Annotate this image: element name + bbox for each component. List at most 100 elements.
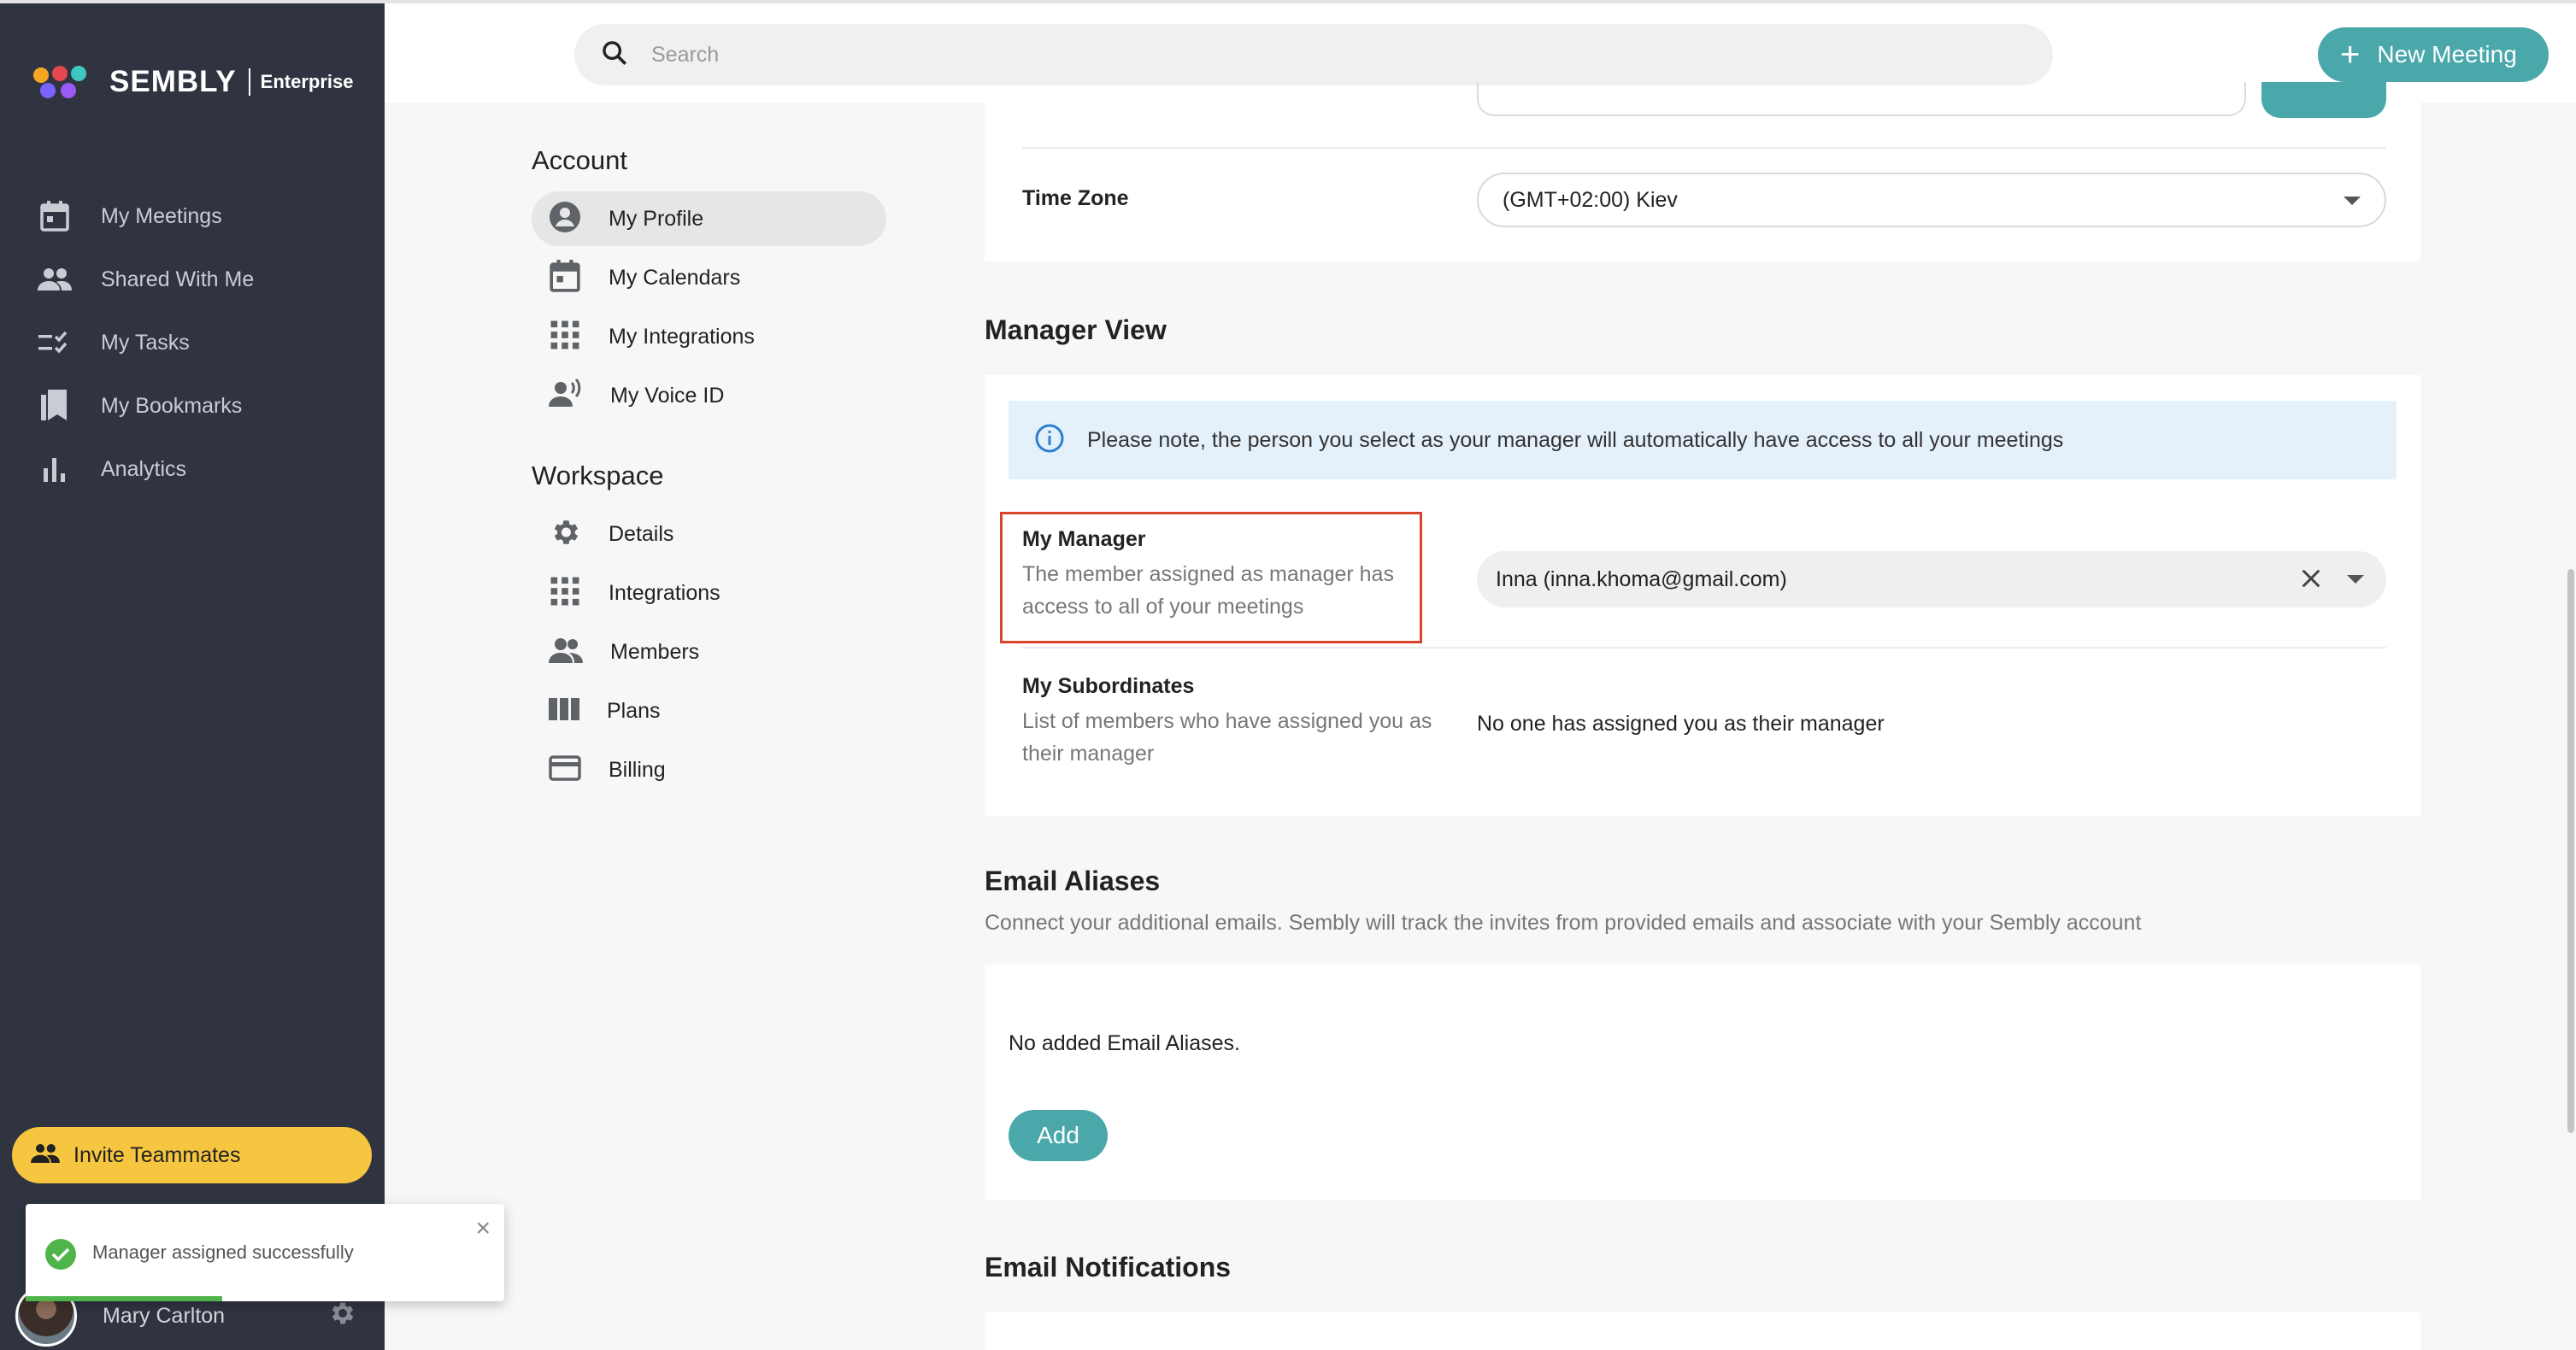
settings-content: Time Zone (GMT+02:00) Kiev Manager View … [985,82,2420,1350]
voice-id-icon [549,378,583,414]
subordinates-description: List of members who have assigned you as… [1022,709,1432,766]
email-notifications-title: Email Notifications [985,1252,1232,1282]
account-section-title: Account [532,145,628,175]
plans-icon [549,696,579,726]
close-icon[interactable]: × [475,1216,491,1241]
account-circle-icon [549,201,581,238]
my-manager-description: The member assigned as manager has acces… [1022,562,1394,619]
settings-item-label: My Integrations [609,324,755,349]
people-icon [31,1143,60,1168]
sidebar-item-analytics[interactable]: Analytics [0,437,385,501]
chevron-down-icon[interactable] [2347,575,2364,584]
manager-select-value: Inna (inna.khoma@gmail.com) [1496,566,1787,591]
time-zone-value: (GMT+02:00) Kiev [1503,187,1678,212]
time-zone-label: Time Zone [1022,186,1129,210]
settings-item-label: My Profile [609,206,704,231]
settings-item-my-integrations[interactable]: My Integrations [532,309,886,364]
settings-item-billing[interactable]: Billing [532,742,886,797]
new-meeting-label: New Meeting [2377,41,2517,68]
invite-teammates-button[interactable]: Invite Teammates [12,1127,372,1183]
profile-card: Time Zone (GMT+02:00) Kiev [985,82,2420,261]
analytics-icon [38,452,72,486]
toast-message: Manager assigned successfully [92,1241,354,1263]
sidebar-item-label: My Tasks [101,330,190,355]
brand-name: SEMBLY [109,65,237,98]
partial-save-button[interactable] [2261,82,2386,118]
grid-icon [549,319,581,355]
add-alias-button[interactable]: Add [1009,1110,1108,1161]
email-notifications-card [985,1312,2420,1350]
settings-item-my-calendars[interactable]: My Calendars [532,250,886,305]
gear-icon [549,516,581,553]
invite-teammates-label: Invite Teammates [74,1142,241,1167]
success-toast: Manager assigned successfully × [26,1204,504,1301]
sidebar: SEMBLY Enterprise My Meetings Shared Wit… [0,0,385,1350]
settings-item-plans[interactable]: Plans [532,684,886,738]
settings-nav: Account My Profile My Calendars My Integ… [532,145,891,801]
manager-view-title: Manager View [985,314,1167,345]
sidebar-nav: My Meetings Shared With Me My Tasks My B… [0,185,385,501]
email-aliases-card: No added Email Aliases. Add [985,965,2420,1200]
settings-item-my-profile[interactable]: My Profile [532,191,886,246]
new-meeting-button[interactable]: + New Meeting [2318,27,2549,82]
tasks-icon [38,326,72,360]
sidebar-item-label: My Bookmarks [101,393,243,418]
members-icon [549,637,583,668]
brand-edition: Enterprise [260,71,354,92]
settings-item-integrations[interactable]: Integrations [532,566,886,620]
search-bar[interactable] [574,24,2053,85]
brand-logo[interactable]: SEMBLY Enterprise [31,63,353,101]
sidebar-item-label: Analytics [101,456,187,481]
bookmarks-icon [38,389,72,423]
settings-item-label: Members [610,639,700,664]
sidebar-item-label: My Meetings [101,203,222,228]
search-input[interactable] [651,42,1933,68]
calendar-icon [549,259,581,296]
settings-item-label: Plans [607,698,661,723]
app-root: SEMBLY Enterprise My Meetings Shared Wit… [0,0,2576,1350]
grid-icon [549,575,581,612]
info-notice-text: Please note, the person you select as yo… [1087,427,2064,452]
user-name: Mary Carlton [103,1303,226,1328]
calendar-icon [38,199,72,233]
check-circle-icon [44,1238,77,1275]
settings-item-label: My Voice ID [610,383,725,408]
divider [1022,147,2386,149]
sembly-logo-icon [33,66,86,98]
sidebar-item-my-tasks[interactable]: My Tasks [0,311,385,374]
subordinates-value: No one has assigned you as their manager [1477,712,1885,736]
sidebar-item-label: Shared With Me [101,267,255,291]
sidebar-item-my-bookmarks[interactable]: My Bookmarks [0,374,385,437]
email-aliases-empty: No added Email Aliases. [1009,1031,1240,1055]
sidebar-item-my-meetings[interactable]: My Meetings [0,185,385,248]
workspace-section-title: Workspace [532,461,664,490]
search-icon [600,38,629,72]
divider [1022,647,2386,649]
settings-item-my-voice-id[interactable]: My Voice ID [532,368,886,423]
settings-item-label: Details [609,521,674,546]
page-scrollbar[interactable] [2567,569,2574,1133]
credit-card-icon [549,754,581,785]
toast-progress-bar [26,1296,222,1301]
clear-icon[interactable] [2297,565,2325,596]
time-zone-select[interactable]: (GMT+02:00) Kiev [1477,173,2386,227]
gear-icon[interactable] [328,1299,357,1332]
manager-select[interactable]: Inna (inna.khoma@gmail.com) [1477,551,2386,608]
my-manager-title: My Manager [1022,527,1146,551]
partial-input-field[interactable] [1477,82,2246,116]
settings-item-label: Billing [609,757,666,782]
sidebar-item-shared-with-me[interactable]: Shared With Me [0,248,385,311]
brand-separator [248,68,250,96]
email-aliases-subtitle: Connect your additional emails. Sembly w… [985,911,2142,935]
settings-item-details[interactable]: Details [532,507,886,561]
manager-view-card: Please note, the person you select as yo… [985,375,2420,816]
settings-item-members[interactable]: Members [532,625,886,679]
plus-icon: + [2340,36,2361,73]
subordinates-title: My Subordinates [1022,674,1195,698]
info-icon [1034,423,1065,458]
people-icon [38,262,72,296]
email-aliases-title: Email Aliases [985,866,1161,896]
chevron-down-icon [2344,197,2361,205]
settings-item-label: Integrations [609,580,720,605]
settings-item-label: My Calendars [609,265,741,290]
